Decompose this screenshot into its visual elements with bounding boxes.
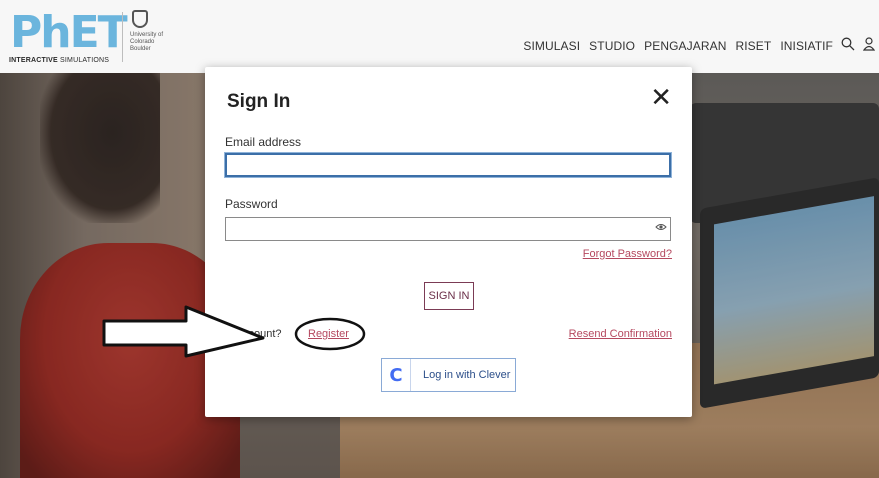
main-nav: SIMULASI STUDIO PENGAJARAN RISET INISIAT…	[514, 37, 876, 54]
eye-icon[interactable]	[655, 222, 667, 234]
phet-logo-subtitle: INTERACTIVE SIMULATIONS	[9, 57, 109, 64]
user-icon[interactable]	[862, 37, 876, 54]
nav-riset[interactable]: RISET	[735, 39, 771, 53]
email-field[interactable]	[225, 153, 671, 177]
password-field[interactable]	[225, 217, 671, 241]
logo-divider	[122, 12, 123, 62]
search-icon[interactable]	[841, 37, 855, 54]
sign-in-button[interactable]: SIGN IN	[424, 282, 474, 310]
register-link[interactable]: Register	[308, 328, 349, 340]
nav-simulasi[interactable]: SIMULASI	[523, 39, 580, 53]
email-label: Email address	[225, 135, 302, 149]
resend-confirmation-link[interactable]: Resend Confirmation	[569, 328, 672, 340]
no-account-text: ccount?	[243, 328, 282, 340]
phet-logo[interactable]: PhET INTERACTIVE SIMULATIONS	[6, 7, 128, 65]
phet-logo-text: PhET	[10, 7, 128, 58]
modal-title: Sign In	[227, 91, 291, 112]
sign-in-modal: Sign In ✕ Email address Password Forgot …	[205, 67, 692, 417]
logo-sub-rest: SIMULATIONS	[57, 57, 110, 64]
clever-button-label: Log in with Clever	[423, 369, 511, 381]
nav-studio[interactable]: STUDIO	[589, 39, 635, 53]
password-label: Password	[225, 197, 278, 211]
clever-icon: C	[382, 359, 411, 391]
clever-login-button[interactable]: C Log in with Clever	[381, 358, 516, 392]
site-header: PhET INTERACTIVE SIMULATIONS University …	[0, 0, 879, 74]
nav-pengajaran[interactable]: PENGAJARAN	[644, 39, 726, 53]
logo-sub-bold: INTERACTIVE	[9, 57, 58, 64]
cu-boulder-logo[interactable]: University of Colorado Boulder	[128, 10, 168, 62]
forgot-password-link[interactable]: Forgot Password?	[583, 248, 672, 260]
close-icon[interactable]: ✕	[650, 85, 672, 111]
cu-boulder-text: University of Colorado Boulder	[130, 32, 164, 52]
nav-inisiatif[interactable]: INISIATIF	[780, 39, 833, 53]
cu-seal-icon	[132, 10, 148, 28]
